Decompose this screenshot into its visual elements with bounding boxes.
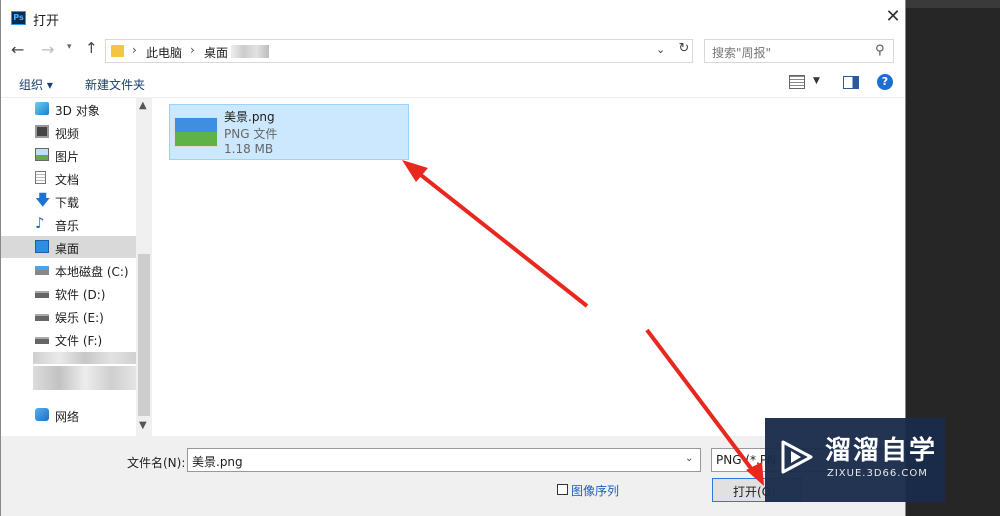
blurred-sidebar-item <box>33 366 137 390</box>
sidebar-item-label: 桌面 <box>55 242 80 256</box>
file-item[interactable]: 美景.png PNG 文件 1.18 MB <box>169 104 409 160</box>
breadcrumb-separator-icon[interactable]: › <box>190 43 195 57</box>
file-list: 美景.png PNG 文件 1.18 MB <box>153 98 905 436</box>
sidebar-item-3d-objects[interactable]: 3D 对象 <box>1 98 136 120</box>
search-icon[interactable]: ⚲ <box>875 43 885 58</box>
navigation-bar: ← → ▾ ↑ › 此电脑 › 桌面 ⌄ ↻ 搜索"周报" ⚲ <box>1 36 905 66</box>
sidebar-item-label: 本地磁盘 (C:) <box>55 265 129 279</box>
breadcrumb-this-pc[interactable]: 此电脑 <box>146 44 182 61</box>
command-bar: 组织 ▾ 新建文件夹 ▼ ? <box>1 68 905 98</box>
refresh-icon[interactable]: ↻ <box>674 41 694 61</box>
up-arrow-icon[interactable]: ↑ <box>85 39 98 57</box>
pictures-icon <box>35 148 49 161</box>
sidebar-item-pictures[interactable]: 图片 <box>1 144 136 166</box>
sidebar-item-music[interactable]: ♪ 音乐 <box>1 213 136 235</box>
sidebar-item-label: 网络 <box>55 410 80 424</box>
breadcrumb-desktop[interactable]: 桌面 <box>204 44 228 61</box>
sidebar-item-label: 娱乐 (E:) <box>55 311 104 325</box>
search-box[interactable]: 搜索"周报" ⚲ <box>704 39 894 63</box>
sidebar-item-label: 3D 对象 <box>55 104 100 118</box>
background-window-strip <box>906 0 1000 8</box>
drive-icon <box>35 314 49 321</box>
scroll-down-icon[interactable]: ▼ <box>139 420 147 431</box>
sidebar-scrollbar[interactable]: ▲ ▼ <box>136 98 152 436</box>
recent-locations-chevron-icon[interactable]: ▾ <box>67 42 72 52</box>
scroll-thumb[interactable] <box>138 254 150 416</box>
blurred-path <box>231 45 269 58</box>
file-size: 1.18 MB <box>224 142 274 156</box>
filename-label: 文件名(N): <box>127 456 186 470</box>
search-input[interactable]: 搜索"周报" <box>712 44 771 61</box>
sidebar-item-drive-f[interactable]: 文件 (F:) <box>1 328 136 350</box>
navigation-pane: 3D 对象 视频 图片 文档 🡇 下载 ♪ 音乐 桌面 本地磁盘 (C:) 软件… <box>1 98 137 436</box>
download-icon: 🡇 <box>35 191 51 209</box>
folder-icon <box>111 45 124 57</box>
desktop-icon <box>35 240 49 253</box>
help-icon[interactable]: ? <box>877 74 893 90</box>
watermark: 溜溜自学 ZIXUE.3D66.COM <box>765 418 945 502</box>
3d-objects-icon <box>35 102 49 115</box>
change-view-icon[interactable] <box>789 75 805 89</box>
sidebar-item-network[interactable]: 网络 <box>1 404 136 426</box>
sidebar-item-label: 图片 <box>55 150 80 164</box>
drive-icon <box>35 337 49 344</box>
sidebar-item-label: 软件 (D:) <box>55 288 106 302</box>
video-icon <box>35 125 49 138</box>
back-arrow-icon[interactable]: ← <box>11 40 24 59</box>
sidebar-item-label: 文件 (F:) <box>55 334 103 348</box>
play-logo-icon <box>781 440 813 474</box>
close-icon[interactable]: ✕ <box>883 6 903 28</box>
scroll-up-icon[interactable]: ▲ <box>139 100 147 111</box>
sidebar-item-downloads[interactable]: 🡇 下载 <box>1 190 136 212</box>
image-thumbnail <box>174 117 218 147</box>
watermark-brand: 溜溜自学 <box>825 436 938 466</box>
sidebar-item-videos[interactable]: 视频 <box>1 121 136 143</box>
filename-value[interactable]: 美景.png <box>192 453 243 470</box>
network-icon <box>35 408 49 421</box>
file-type: PNG 文件 <box>224 127 278 141</box>
sidebar-item-label: 文档 <box>55 173 80 187</box>
sidebar-item-drive-e[interactable]: 娱乐 (E:) <box>1 305 136 327</box>
file-name: 美景.png <box>224 110 275 124</box>
sidebar-item-drive-d[interactable]: 软件 (D:) <box>1 282 136 304</box>
sidebar-item-label: 下载 <box>55 196 80 210</box>
preview-pane-icon[interactable] <box>843 76 859 89</box>
view-options-chevron-icon[interactable]: ▼ <box>813 76 820 86</box>
title-bar: Ps 打开 ✕ <box>1 0 905 36</box>
forward-arrow-icon[interactable]: → <box>41 40 54 59</box>
blurred-sidebar-item <box>33 352 137 364</box>
breadcrumb-separator-icon[interactable]: › <box>132 43 137 57</box>
sidebar-item-drive-c[interactable]: 本地磁盘 (C:) <box>1 259 136 281</box>
image-sequence-checkbox[interactable] <box>557 484 568 495</box>
dialog-title: 打开 <box>33 14 60 29</box>
watermark-url: ZIXUE.3D66.COM <box>827 468 928 479</box>
sidebar-item-documents[interactable]: 文档 <box>1 167 136 189</box>
chevron-down-icon[interactable]: ⌄ <box>656 43 665 56</box>
music-icon: ♪ <box>35 214 45 232</box>
image-sequence-label[interactable]: 图像序列 <box>571 482 619 499</box>
sidebar-item-label: 音乐 <box>55 219 80 233</box>
address-bar[interactable]: › 此电脑 › 桌面 ⌄ ↻ <box>105 39 693 63</box>
sidebar-item-label: 视频 <box>55 127 80 141</box>
chevron-down-icon[interactable]: ⌄ <box>685 453 693 464</box>
filename-field[interactable]: 美景.png ⌄ <box>187 448 701 472</box>
drive-icon <box>35 291 49 298</box>
sidebar-item-desktop[interactable]: 桌面 <box>1 236 136 258</box>
photoshop-icon: Ps <box>11 11 26 25</box>
drive-c-icon <box>35 266 49 275</box>
new-folder-button[interactable]: 新建文件夹 <box>85 76 145 93</box>
documents-icon <box>35 171 46 184</box>
organize-button[interactable]: 组织 ▾ <box>19 76 53 93</box>
